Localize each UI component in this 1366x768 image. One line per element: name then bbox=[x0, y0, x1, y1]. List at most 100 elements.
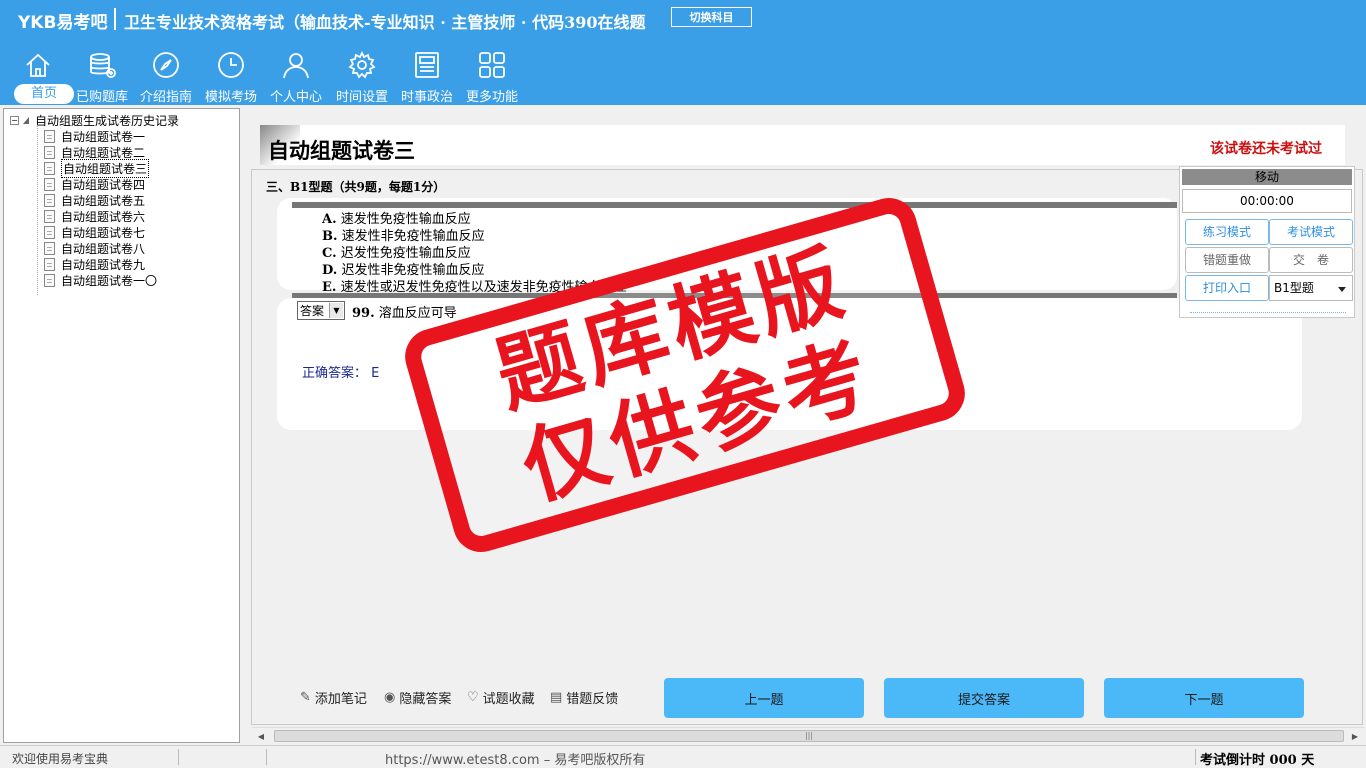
status-bar: 欢迎使用易考宝典 https://www.etest8.com – 易考吧版权所… bbox=[0, 745, 1366, 768]
status-divider bbox=[266, 749, 267, 765]
tree-item[interactable]: 自动组题试卷七 bbox=[44, 224, 145, 240]
tree-item[interactable]: 自动组题试卷一 bbox=[44, 128, 145, 144]
tree-connector bbox=[37, 125, 38, 295]
folder-icon bbox=[23, 117, 29, 124]
tree-item[interactable]: 自动组题试卷四 bbox=[44, 176, 145, 192]
exam-mode-button[interactable]: 考试模式 bbox=[1269, 219, 1353, 245]
horizontal-scrollbar[interactable]: ◀ ||| ▶ bbox=[252, 727, 1364, 744]
print-entry-button[interactable]: 打印入口 bbox=[1185, 275, 1269, 301]
move-handle[interactable]: 移动 bbox=[1182, 169, 1352, 185]
paper-title: 自动组题试卷三 bbox=[268, 138, 415, 163]
exam-countdown: 考试倒计时 000 天 bbox=[1200, 753, 1315, 768]
nav-guide-label: 介绍指南 bbox=[139, 90, 192, 105]
nav-personal[interactable]: 个人中心 bbox=[264, 46, 328, 105]
tree-item[interactable]: 自动组题试卷一〇 bbox=[44, 272, 157, 288]
correct-answer-value: E bbox=[371, 366, 380, 381]
answer-select[interactable]: 答案 ▼ bbox=[297, 301, 345, 320]
switch-subject-button[interactable]: 切换科目 bbox=[671, 7, 752, 27]
tree-item[interactable]: 自动组题试卷五 bbox=[44, 192, 145, 208]
exam-control-panel: 移动 00:00:00 练习模式 考试模式 错题重做 交 卷 打印入口 B1型题 bbox=[1179, 166, 1355, 318]
tree-item-label: 自动组题试卷八 bbox=[61, 241, 146, 256]
tree-item[interactable]: 自动组题试卷九 bbox=[44, 256, 145, 272]
question-type-select[interactable]: B1型题 bbox=[1269, 275, 1353, 301]
pencil-icon: ✎ bbox=[300, 690, 311, 705]
tree-root[interactable]: − 自动组题生成试卷历史记录 bbox=[10, 112, 179, 129]
favorite-label: 试题收藏 bbox=[482, 692, 535, 707]
question-text: 99. 溶血反应可导 bbox=[352, 302, 457, 321]
scroll-left-icon[interactable]: ◀ bbox=[254, 730, 268, 743]
tree-item-label: 自动组题试卷一 bbox=[61, 129, 146, 144]
question-stem: 溶血反应可导 bbox=[378, 306, 457, 321]
tree-item-label: 自动组题试卷四 bbox=[61, 177, 146, 192]
nav-personal-label: 个人中心 bbox=[269, 90, 322, 105]
scrollbar-thumb[interactable]: ||| bbox=[274, 730, 1344, 742]
tree-item[interactable]: 自动组题试卷六 bbox=[44, 208, 145, 224]
database-icon bbox=[90, 53, 116, 78]
gear-icon bbox=[348, 50, 376, 79]
question-number: 99. bbox=[352, 306, 375, 321]
correct-answer: 正确答案： E bbox=[302, 362, 379, 381]
correct-answer-label: 正确答案： bbox=[302, 366, 368, 381]
favorite-tool[interactable]: ♡ 试题收藏 bbox=[467, 688, 535, 707]
answer-select-value: 答案 bbox=[300, 304, 325, 318]
tree-item[interactable]: 自动组题试卷三 bbox=[44, 158, 150, 178]
nav-guide[interactable]: 介绍指南 bbox=[134, 46, 198, 105]
tree-item-label: 自动组题试卷六 bbox=[61, 209, 146, 224]
hide-answer-tool[interactable]: ◉ 隐藏答案 bbox=[384, 688, 451, 707]
feedback-tool[interactable]: ▤ 错题反馈 bbox=[550, 688, 618, 707]
scroll-right-icon[interactable]: ▶ bbox=[1348, 730, 1362, 743]
nav-more[interactable]: 更多功能 bbox=[460, 46, 524, 105]
exam-timer: 00:00:00 bbox=[1182, 189, 1352, 213]
redo-wrong-button[interactable]: 错题重做 bbox=[1185, 247, 1269, 273]
tree-item-label: 自动组题试卷一〇 bbox=[61, 273, 158, 288]
practice-mode-button[interactable]: 练习模式 bbox=[1185, 219, 1269, 245]
status-divider bbox=[1195, 749, 1196, 765]
dropdown-arrow-icon bbox=[1338, 287, 1346, 292]
user-icon bbox=[283, 53, 309, 79]
section-title: 三、B1型题（共9题，每题1分） bbox=[266, 180, 446, 194]
tree-root-label: 自动组题生成试卷历史记录 bbox=[35, 114, 180, 128]
collapse-icon[interactable]: − bbox=[10, 116, 19, 125]
nav-home-label: 首页 bbox=[14, 84, 74, 104]
nav-current-affairs-label: 时事政治 bbox=[400, 90, 453, 105]
status-divider bbox=[178, 749, 179, 765]
nav-time-settings-label: 时间设置 bbox=[335, 90, 388, 105]
clock-icon bbox=[218, 52, 244, 78]
welcome-text: 欢迎使用易考宝典 bbox=[12, 752, 109, 766]
hide-answer-label: 隐藏答案 bbox=[399, 692, 452, 707]
document-icon bbox=[44, 241, 55, 255]
nav-purchased[interactable]: 已购题库 bbox=[70, 46, 134, 105]
compass-icon bbox=[153, 52, 179, 78]
nav-home[interactable]: 首页 bbox=[6, 46, 74, 104]
eye-off-icon: ◉ bbox=[384, 690, 396, 705]
panel-splitter[interactable] bbox=[240, 105, 248, 745]
add-note-tool[interactable]: ✎ 添加笔记 bbox=[300, 688, 367, 707]
app-header: YKB易考吧 卫生专业技术资格考试（输血技术-专业知识 · 主管技师 · 代码3… bbox=[0, 0, 1366, 105]
add-note-label: 添加笔记 bbox=[314, 692, 367, 707]
chevron-down-icon: ▼ bbox=[329, 303, 343, 318]
panel-bottom-line bbox=[1190, 312, 1346, 313]
nav-more-label: 更多功能 bbox=[465, 90, 518, 105]
paper-status: 该试卷还未考试过 bbox=[1210, 141, 1322, 157]
document-icon bbox=[44, 209, 55, 223]
tree-item[interactable]: 自动组题试卷八 bbox=[44, 240, 145, 256]
feedback-label: 错题反馈 bbox=[566, 692, 619, 707]
nav-purchased-label: 已购题库 bbox=[75, 90, 128, 105]
submit-paper-button[interactable]: 交 卷 bbox=[1269, 247, 1353, 273]
nav-mock-exam[interactable]: 模拟考场 bbox=[199, 46, 263, 105]
tree-item-label: 自动组题试卷七 bbox=[61, 225, 146, 240]
prev-question-button[interactable]: 上一题 bbox=[664, 678, 864, 718]
exam-title: 卫生专业技术资格考试（输血技术-专业知识 · 主管技师 · 代码390在线题 bbox=[124, 13, 646, 32]
next-question-button[interactable]: 下一题 bbox=[1104, 678, 1304, 718]
nav-time-settings[interactable]: 时间设置 bbox=[330, 46, 394, 105]
document-icon bbox=[44, 193, 55, 207]
submit-answer-button[interactable]: 提交答案 bbox=[884, 678, 1084, 718]
copyright-url: https://www.etest8.com – 易考吧版权所有 bbox=[385, 753, 646, 768]
heart-icon: ♡ bbox=[467, 690, 479, 705]
grid-icon bbox=[479, 52, 505, 78]
document-icon bbox=[44, 225, 55, 239]
nav-current-affairs[interactable]: 时事政治 bbox=[395, 46, 459, 105]
document-icon bbox=[44, 161, 55, 175]
document-icon bbox=[44, 129, 55, 143]
paper-history-tree: − 自动组题生成试卷历史记录 自动组题试卷一 自动组题试卷二 自动组题试卷三 自动组题… bbox=[3, 108, 240, 743]
